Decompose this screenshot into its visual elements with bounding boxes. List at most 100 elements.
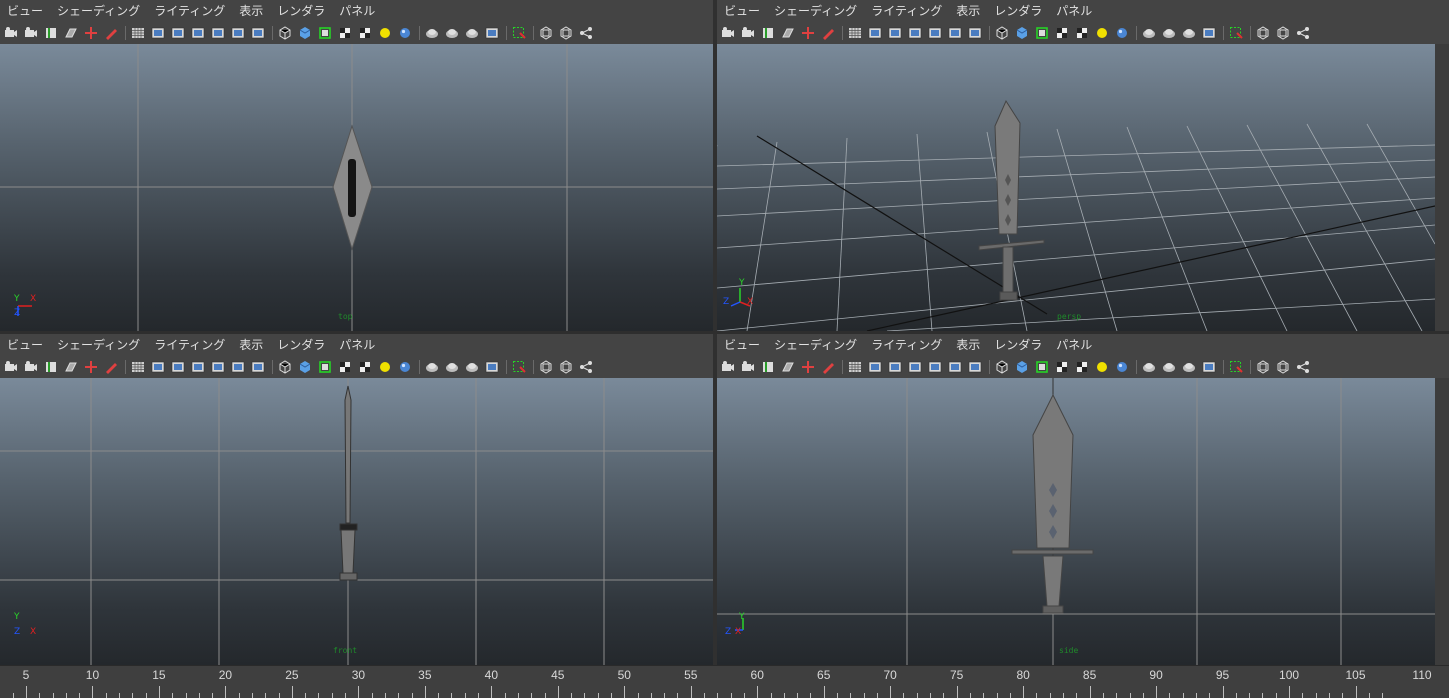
bookmark-icon[interactable] xyxy=(759,24,777,42)
smooth-shade-icon[interactable] xyxy=(1013,358,1031,376)
x-ray-active-icon[interactable] xyxy=(1274,24,1292,42)
pane-divider-horizontal[interactable] xyxy=(0,331,1449,334)
resolution-gate-icon[interactable] xyxy=(886,358,904,376)
film-gate-icon[interactable] xyxy=(866,24,884,42)
select-camera-icon[interactable] xyxy=(719,24,737,42)
safe-title-icon[interactable] xyxy=(966,24,984,42)
camera-attributes-icon[interactable] xyxy=(22,24,40,42)
camera-attributes-icon[interactable] xyxy=(739,358,757,376)
motion-blur-icon[interactable] xyxy=(1160,358,1178,376)
grid-icon[interactable] xyxy=(846,358,864,376)
x-ray-icon[interactable] xyxy=(1254,358,1272,376)
shadows-icon[interactable] xyxy=(1113,358,1131,376)
x-ray-joints-icon[interactable] xyxy=(577,24,595,42)
multisample-antialiasing-icon[interactable] xyxy=(463,358,481,376)
grease-pencil-icon[interactable] xyxy=(102,358,120,376)
select-camera-icon[interactable] xyxy=(719,358,737,376)
grease-pencil-icon[interactable] xyxy=(819,24,837,42)
2d-pan-zoom-icon[interactable] xyxy=(82,24,100,42)
depth-of-field-icon[interactable] xyxy=(483,358,501,376)
film-gate-icon[interactable] xyxy=(149,358,167,376)
smooth-shade-icon[interactable] xyxy=(1013,24,1031,42)
smooth-shade-icon[interactable] xyxy=(296,24,314,42)
depth-of-field-icon[interactable] xyxy=(1200,24,1218,42)
grid-icon[interactable] xyxy=(129,24,147,42)
2d-pan-zoom-icon[interactable] xyxy=(799,358,817,376)
menu-panels[interactable]: パネル xyxy=(1049,334,1099,356)
menu-view[interactable]: ビュー xyxy=(0,334,50,356)
field-chart-icon[interactable] xyxy=(926,24,944,42)
x-ray-joints-icon[interactable] xyxy=(1294,24,1312,42)
textured-icon[interactable] xyxy=(356,358,374,376)
menu-panels[interactable]: パネル xyxy=(1049,0,1099,22)
multisample-antialiasing-icon[interactable] xyxy=(1180,24,1198,42)
menu-panels[interactable]: パネル xyxy=(332,334,382,356)
menu-view[interactable]: ビュー xyxy=(0,0,50,22)
use-lights-icon[interactable] xyxy=(376,24,394,42)
use-lights-icon[interactable] xyxy=(1093,24,1111,42)
wireframe-on-shaded-icon[interactable] xyxy=(1033,358,1051,376)
textured-icon[interactable] xyxy=(1073,358,1091,376)
x-ray-icon[interactable] xyxy=(537,24,555,42)
2d-pan-zoom-icon[interactable] xyxy=(799,24,817,42)
gate-mask-icon[interactable] xyxy=(189,24,207,42)
menu-show[interactable]: 表示 xyxy=(949,0,987,22)
field-chart-icon[interactable] xyxy=(926,358,944,376)
isolate-select-icon[interactable] xyxy=(510,24,528,42)
x-ray-joints-icon[interactable] xyxy=(1294,358,1312,376)
resolution-gate-icon[interactable] xyxy=(169,358,187,376)
safe-title-icon[interactable] xyxy=(249,24,267,42)
grid-icon[interactable] xyxy=(846,24,864,42)
menu-lighting[interactable]: ライティング xyxy=(147,0,232,22)
menu-view[interactable]: ビュー xyxy=(717,0,767,22)
wireframe-on-shaded-icon[interactable] xyxy=(316,358,334,376)
isolate-select-icon[interactable] xyxy=(1227,24,1245,42)
film-gate-icon[interactable] xyxy=(149,24,167,42)
x-ray-icon[interactable] xyxy=(1254,24,1272,42)
shadows-icon[interactable] xyxy=(396,24,414,42)
menu-renderer[interactable]: レンダラ xyxy=(987,0,1049,22)
menu-show[interactable]: 表示 xyxy=(232,334,270,356)
wireframe-icon[interactable] xyxy=(276,24,294,42)
safe-title-icon[interactable] xyxy=(249,358,267,376)
gate-mask-icon[interactable] xyxy=(906,24,924,42)
menu-show[interactable]: 表示 xyxy=(949,334,987,356)
default-material-icon[interactable] xyxy=(1053,24,1071,42)
depth-of-field-icon[interactable] xyxy=(483,24,501,42)
viewport-side-camera[interactable]: Y Z X side xyxy=(717,378,1435,665)
menu-show[interactable]: 表示 xyxy=(232,0,270,22)
screen-space-ambient-occlusion-icon[interactable] xyxy=(423,24,441,42)
menu-lighting[interactable]: ライティング xyxy=(864,334,949,356)
x-ray-active-icon[interactable] xyxy=(1274,358,1292,376)
select-camera-icon[interactable] xyxy=(2,358,20,376)
gate-mask-icon[interactable] xyxy=(189,358,207,376)
grid-icon[interactable] xyxy=(129,358,147,376)
wireframe-on-shaded-icon[interactable] xyxy=(1033,24,1051,42)
image-plane-icon[interactable] xyxy=(62,24,80,42)
safe-title-icon[interactable] xyxy=(966,358,984,376)
isolate-select-icon[interactable] xyxy=(1227,358,1245,376)
menu-panels[interactable]: パネル xyxy=(332,0,382,22)
grease-pencil-icon[interactable] xyxy=(102,24,120,42)
default-material-icon[interactable] xyxy=(336,24,354,42)
multisample-antialiasing-icon[interactable] xyxy=(1180,358,1198,376)
viewport-scrollbar[interactable] xyxy=(1435,44,1449,331)
menu-renderer[interactable]: レンダラ xyxy=(270,334,332,356)
image-plane-icon[interactable] xyxy=(779,358,797,376)
film-gate-icon[interactable] xyxy=(866,358,884,376)
resolution-gate-icon[interactable] xyxy=(169,24,187,42)
menu-shading[interactable]: シェーディング xyxy=(767,0,864,22)
shadows-icon[interactable] xyxy=(396,358,414,376)
shadows-icon[interactable] xyxy=(1113,24,1131,42)
field-chart-icon[interactable] xyxy=(209,24,227,42)
depth-of-field-icon[interactable] xyxy=(1200,358,1218,376)
x-ray-icon[interactable] xyxy=(537,358,555,376)
time-slider[interactable]: 5 10 15 20 25 30 35 40 45 50 55 60 65 70 75 80 85 90 95 100… xyxy=(0,665,1449,698)
gate-mask-icon[interactable] xyxy=(906,358,924,376)
camera-attributes-icon[interactable] xyxy=(739,24,757,42)
select-camera-icon[interactable] xyxy=(2,24,20,42)
viewport-persp-camera[interactable]: Y X Z persp xyxy=(717,44,1435,331)
safe-action-icon[interactable] xyxy=(229,358,247,376)
bookmark-icon[interactable] xyxy=(42,24,60,42)
isolate-select-icon[interactable] xyxy=(510,358,528,376)
